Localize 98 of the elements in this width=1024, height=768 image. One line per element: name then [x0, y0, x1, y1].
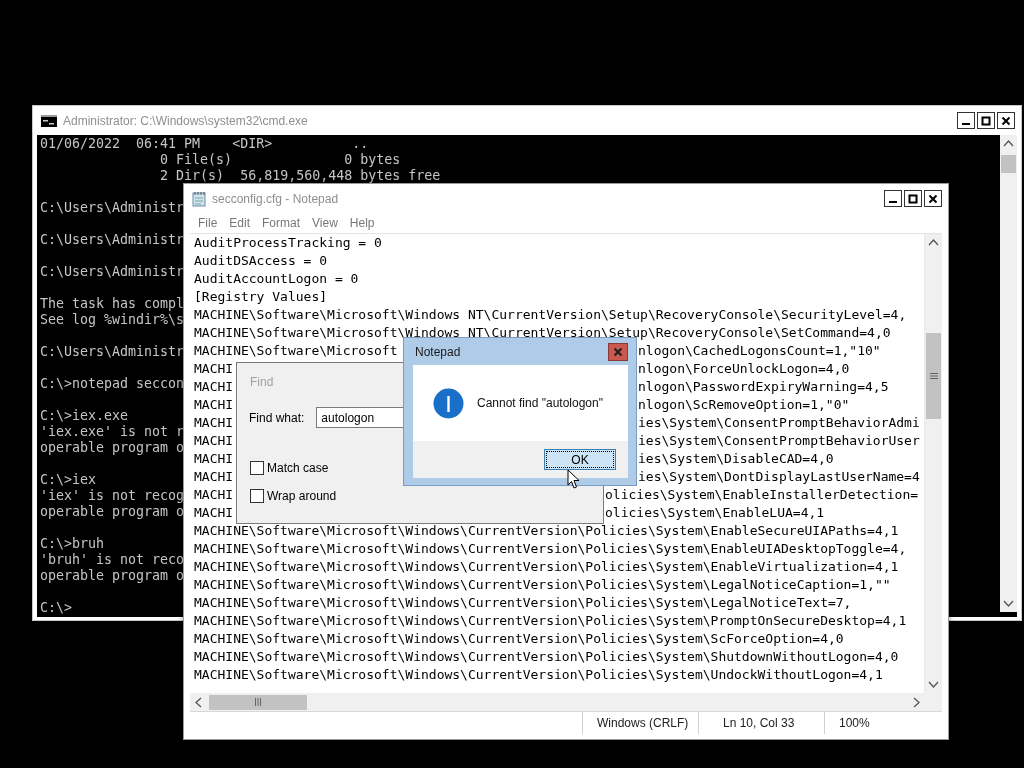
- menu-item[interactable]: Help: [343, 216, 381, 230]
- menu-item[interactable]: Format: [256, 216, 307, 230]
- close-button[interactable]: [997, 112, 1015, 129]
- maximize-icon: [981, 115, 991, 126]
- console-line: The task has compl: [40, 296, 185, 312]
- status-text: Windows (CRLF): [582, 712, 698, 734]
- status-text: Ln 10, Col 33: [698, 712, 824, 734]
- console-line: C:\Users\Administr: [40, 200, 185, 216]
- field-label: Find what:: [249, 410, 305, 425]
- text-line: MACHINE\Software\Microsoft\Windows\CurrentVersion\Policies\System\EnableUIADesktopToggle=4,: [194, 541, 907, 556]
- close-icon: [928, 193, 938, 204]
- maximize-button[interactable]: [904, 190, 922, 207]
- info-icon: [433, 387, 464, 419]
- text-line: MACHINE\Software\Microsoft\Windows\CurrentVersion\Policies\System\EnableVirtualization=4,1: [194, 559, 899, 574]
- text-line: MACHINE\Software\Microsoft\Windows\CurrentVersion\Policies\System\ScForceOption=4,0: [194, 631, 844, 646]
- window-title: Administrator: C:\Windows\system32\cmd.exe: [63, 113, 308, 128]
- console-line: operable program o: [40, 504, 185, 520]
- scrollbar[interactable]: [1000, 135, 1017, 612]
- text-line: MACHINE\Software\Microsoft\Windows\CurrentVersion\Policies\System\PromptOnSecureDesktop=4,1: [194, 613, 907, 628]
- text-line: ies\System\ConsentPromptBehaviorUser: [638, 432, 920, 450]
- close-button[interactable]: [608, 342, 628, 361]
- text-line: AuditDSAccess = 0: [194, 253, 328, 268]
- text-line: ies\System\ConsentPromptBehaviorAdmi: [638, 414, 920, 432]
- ok-button[interactable]: OK: [544, 449, 616, 470]
- text-line: MACHINE\Software\Microsoft\Windows\CurrentVersion\Policies\System\EnableSecureUIAPaths=4,1: [194, 523, 899, 538]
- cursor-icon: [567, 469, 580, 490]
- close-button[interactable]: [924, 190, 942, 207]
- text-line: MACHI: [194, 451, 234, 466]
- text-line: MACHINE\Software\Microsoft\Windows NT\CurrentVersion\Setup\RecoveryConsole\SecurityLevel=4,: [194, 307, 907, 322]
- text-line: MACHI: [194, 487, 234, 502]
- text-line: olicies\System\EnableLUA=4,1: [605, 504, 825, 522]
- text-line: MACHI: [194, 469, 234, 484]
- text-line: MACHI: [194, 397, 234, 412]
- console-line: operable program o: [40, 440, 185, 456]
- console-icon: [41, 114, 57, 127]
- text-line: MACHI: [194, 415, 234, 430]
- close-icon: [613, 346, 623, 357]
- text-line: MACHINE\Software\Microsoft\Windows\CurrentVersion\Policies\System\ShutdownWithoutLogon=4,0: [194, 649, 899, 664]
- scrollbar[interactable]: [924, 234, 942, 693]
- console-line: C:\>iex: [40, 472, 97, 488]
- console-line: C:\>: [40, 600, 73, 616]
- text-line: ies\System\DisableCAD=4,0: [638, 450, 834, 468]
- scroll-thumb[interactable]: [926, 333, 941, 419]
- menu-item[interactable]: Edit: [223, 216, 257, 230]
- console-line: 'bruh' is not reco: [40, 552, 185, 568]
- text-line: olicies\System\EnableInstallerDetection=: [605, 486, 919, 504]
- menu-item[interactable]: File: [192, 216, 224, 230]
- scrollbar[interactable]: [190, 693, 925, 711]
- notepad-icon: [192, 190, 206, 207]
- text-line: nlogon\ScRemoveOption=1,"0": [638, 396, 850, 414]
- console-line: operable program o: [40, 568, 185, 584]
- text-line: MACHI: [194, 433, 234, 448]
- console-line: C:\Users\Administr: [40, 344, 185, 360]
- dialog-title: Find: [249, 374, 275, 391]
- text-line: MACHINE\Software\Microsoft\Windows\CurrentVersion\Policies\System\UndockWithoutLogon=4,1: [194, 667, 883, 682]
- console-line: C:\>notepad seccon: [40, 376, 185, 392]
- console-line: 2 Dir(s) 56,819,560,448 bytes free: [159, 168, 441, 184]
- console-line: C:\Users\Administr: [40, 232, 185, 248]
- minimize-icon: [889, 201, 897, 203]
- console-line: 'iex.exe' is not r: [40, 424, 185, 440]
- window-title: secconfig.cfg - Notepad: [212, 191, 339, 206]
- text-line: nlogon\ForceUnlockLogon=4,0: [638, 360, 850, 378]
- checkbox-label: Match case: [267, 461, 329, 475]
- text-line: AuditProcessTracking = 0: [194, 235, 382, 250]
- minimize-button[interactable]: [957, 112, 975, 129]
- text-line: MACHINE\Software\Microsoft\Windows\CurrentVersion\Policies\System\LegalNoticeText=7,: [194, 595, 852, 610]
- text-line: MACHINE\Software\Microsoft\Windows NT\CurrentVersion\Setup\RecoveryConsole\SetCommand=4,0: [194, 325, 891, 340]
- checkbox-label: Wrap around: [267, 489, 337, 503]
- text-line: nlogon\CachedLogonsCount=1,"10": [638, 342, 881, 360]
- text-line: [Registry Values]: [194, 289, 328, 304]
- minimize-button[interactable]: [884, 190, 902, 207]
- text-line: MACHINE\Software\Microsoft\Windows\CurrentVersion\Policies\System\LegalNoticeCaption=1,"": [194, 577, 891, 592]
- status-text: 100%: [824, 712, 942, 734]
- console-line: 'iex' is not recog: [40, 488, 185, 504]
- maximize-button[interactable]: [977, 112, 995, 129]
- dialog-title: Notepad: [415, 344, 461, 359]
- checkbox[interactable]: [250, 461, 264, 475]
- text-line: MACHI: [194, 361, 234, 376]
- text-line: MACHINE\Software\Microsoft: [194, 343, 398, 358]
- scroll-thumb[interactable]: [1001, 155, 1016, 173]
- text-line: ies\System\DontDisplayLastUserName=4: [638, 468, 920, 486]
- text-line: MACHI: [194, 379, 234, 394]
- console-line: C:\>iex.exe: [40, 408, 129, 424]
- text-line: AuditAccountLogon = 0: [194, 271, 359, 286]
- checkbox[interactable]: [250, 489, 264, 503]
- message-text: Cannot find "autologon": [477, 396, 603, 410]
- console-line: See log %windir%\s: [40, 312, 185, 328]
- minimize-icon: [962, 123, 970, 125]
- menu-item[interactable]: View: [306, 216, 344, 230]
- console-line: C:\Users\Administr: [40, 264, 185, 280]
- maximize-icon: [908, 193, 918, 204]
- text-line: MACHI: [194, 505, 234, 520]
- console-line: C:\>bruh: [40, 536, 105, 552]
- console-line: 01/06/2022 06:41 PM <DIR> ..: [40, 136, 369, 152]
- console-line: 0 File(s) 0 bytes: [159, 152, 401, 168]
- close-icon: [1001, 115, 1011, 126]
- text-line: nlogon\PasswordExpiryWarning=4,5: [638, 378, 889, 396]
- scroll-thumb[interactable]: [209, 694, 307, 710]
